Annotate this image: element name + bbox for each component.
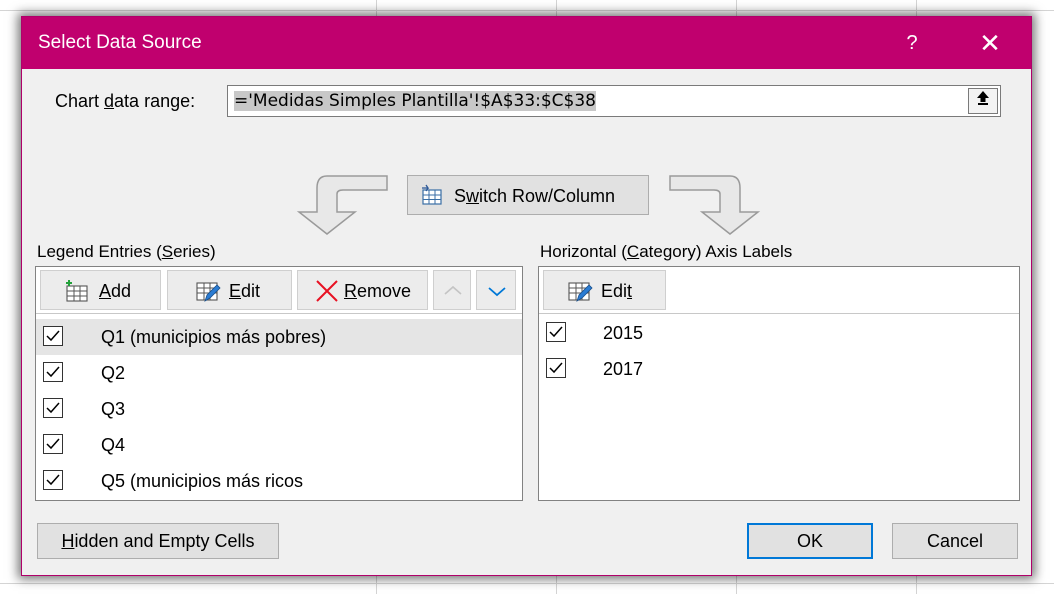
label-text: dd	[111, 281, 132, 301]
label-accelerator: t	[627, 281, 633, 301]
label-text: ategory) Axis Labels	[639, 242, 793, 261]
curved-arrow-right-icon	[669, 175, 761, 235]
checkmark-icon	[46, 474, 60, 486]
series-checkbox[interactable]	[43, 434, 63, 454]
collapse-up-icon	[977, 91, 989, 105]
category-label: 2015	[603, 323, 644, 343]
edit-label: Edit	[229, 281, 260, 302]
hidden-empty-cells-button[interactable]: Hidden and Empty Cells	[37, 523, 279, 559]
list-item[interactable]: 2017	[539, 351, 1019, 387]
switch-row-column-button[interactable]: Switch Row/Column	[407, 175, 649, 215]
series-label: Q4	[101, 435, 126, 455]
label-text: Edi	[601, 281, 628, 301]
list-item[interactable]: Q2	[36, 355, 522, 391]
label-accelerator: E	[229, 281, 242, 301]
label-text: dit	[241, 281, 261, 301]
label-text: emove	[357, 281, 412, 301]
switch-row-column-icon	[422, 184, 442, 205]
grid-line	[0, 10, 1054, 11]
remove-x-icon	[316, 280, 338, 302]
label-text: itch Row/Column	[479, 186, 616, 206]
label-accelerator: w	[466, 186, 480, 206]
move-down-button[interactable]	[476, 270, 516, 310]
curved-arrow-left-icon	[296, 175, 388, 235]
remove-label: Remove	[344, 281, 411, 302]
label-accelerator: H	[61, 531, 75, 551]
series-label: Q5 (municipios más ricos	[101, 471, 304, 491]
series-label: Q3	[101, 399, 126, 419]
checkmark-icon	[46, 366, 60, 378]
axis-labels-panel: Edit 2015 2017	[538, 266, 1020, 501]
checkmark-icon	[46, 402, 60, 414]
chevron-down-icon	[488, 287, 506, 297]
list-item[interactable]: 2015	[539, 315, 1019, 351]
checkmark-icon	[46, 330, 60, 342]
range-value: ='Medidas Simples Plantilla'!$A$33:$C$38	[234, 91, 596, 111]
move-up-button[interactable]	[433, 270, 471, 310]
chart-data-range-label: Chart data range:	[55, 91, 195, 112]
list-item[interactable]: Q3	[36, 391, 522, 427]
edit-table-icon	[196, 282, 221, 302]
edit-label: Edit	[601, 281, 632, 302]
checkmark-icon	[549, 326, 563, 338]
label-text: Horizontal (	[540, 242, 627, 261]
title-bar: Select Data Source ? ✕	[22, 17, 1031, 69]
legend-entries-label: Legend Entries (Series)	[37, 242, 216, 262]
list-item[interactable]: Q1 (municipios más pobres)	[36, 319, 522, 355]
label-text: S	[454, 186, 467, 206]
switch-row-column-label: Switch Row/Column	[454, 186, 615, 207]
chevron-up-icon	[444, 285, 462, 295]
chart-data-range-input[interactable]: ='Medidas Simples Plantilla'!$A$33:$C$38	[227, 85, 1001, 117]
edit-table-icon	[568, 282, 593, 302]
series-checkbox[interactable]	[43, 326, 63, 346]
add-icon	[66, 280, 88, 302]
label-accelerator: A	[99, 281, 112, 301]
label-text: eries)	[173, 242, 216, 261]
add-label: Add	[99, 281, 131, 302]
label-accelerator: R	[344, 281, 357, 301]
ok-button[interactable]: OK	[747, 523, 873, 559]
label-text: ata range:	[114, 91, 196, 111]
series-label: Q2	[101, 363, 126, 383]
series-label: Q1 (municipios más pobres)	[101, 327, 327, 347]
dialog-title: Select Data Source	[38, 32, 202, 53]
legend-entries-panel: Add Edit Remove Q1 (municipios más pobre…	[35, 266, 523, 501]
label-accelerator: S	[161, 242, 174, 261]
axis-labels-label: Horizontal (Category) Axis Labels	[540, 242, 792, 262]
axis-toolbar: Edit	[539, 267, 1019, 314]
collapse-dialog-button[interactable]	[968, 88, 998, 114]
series-checkbox[interactable]	[43, 362, 63, 382]
label-text: Chart	[55, 91, 105, 111]
cancel-button[interactable]: Cancel	[892, 523, 1018, 559]
checkmark-icon	[46, 438, 60, 450]
grid-line	[0, 583, 1054, 584]
remove-series-button[interactable]: Remove	[297, 270, 428, 310]
checkmark-icon	[549, 362, 563, 374]
list-item[interactable]: Q4	[36, 427, 522, 463]
edit-axis-labels-button[interactable]: Edit	[543, 270, 666, 310]
label-text: Legend Entries (	[37, 242, 162, 261]
category-label: 2017	[603, 359, 644, 379]
close-button[interactable]: ✕	[970, 25, 1010, 61]
label-accelerator: d	[104, 91, 115, 111]
add-series-button[interactable]: Add	[40, 270, 161, 310]
category-checkbox[interactable]	[546, 358, 566, 378]
category-checkbox[interactable]	[546, 322, 566, 342]
label-accelerator: C	[626, 242, 640, 261]
legend-toolbar: Add Edit Remove	[36, 267, 522, 314]
label-text: idden and Empty Cells	[74, 531, 255, 551]
help-button[interactable]: ?	[894, 27, 930, 59]
series-checkbox[interactable]	[43, 470, 63, 490]
series-checkbox[interactable]	[43, 398, 63, 418]
select-data-source-dialog: Select Data Source ? ✕ Chart data range:…	[21, 16, 1032, 576]
list-item[interactable]: Q5 (municipios más ricos	[36, 463, 522, 499]
edit-series-button[interactable]: Edit	[167, 270, 292, 310]
